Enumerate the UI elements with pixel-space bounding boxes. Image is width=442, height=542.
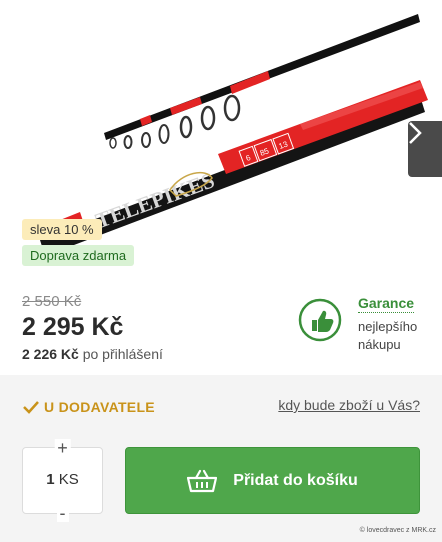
free-shipping-badge: Doprava zdarma bbox=[22, 245, 135, 266]
product-image[interactable]: TELEPIKES 6 85 13 bbox=[0, 0, 442, 285]
quantity-unit: KS bbox=[58, 471, 79, 488]
quantity-increase-button[interactable]: + bbox=[54, 439, 71, 457]
availability-label: U DODAVATELE bbox=[44, 399, 155, 415]
thumbs-up-shield-icon bbox=[298, 298, 342, 342]
copyright-text: © lovecdravec z MRK.cz bbox=[359, 527, 436, 534]
delivery-date-link[interactable]: kdy bude zboží u Vás? bbox=[278, 397, 420, 413]
fishing-rod-image: TELEPIKES 6 85 13 bbox=[40, 14, 428, 256]
quantity-input[interactable]: 1 KS bbox=[23, 471, 102, 488]
basket-icon bbox=[187, 469, 218, 492]
chevron-right-icon bbox=[409, 122, 422, 144]
quantity-decrease-button[interactable]: - bbox=[56, 504, 69, 522]
login-price-label: po přihlášení bbox=[82, 346, 163, 362]
add-to-cart-button[interactable]: Přidat do košíku bbox=[125, 447, 420, 514]
add-to-cart-label: Přidat do košíku bbox=[233, 471, 358, 489]
guarantee-link[interactable]: Garance bbox=[358, 295, 415, 313]
old-price: 2 550 Kč bbox=[22, 293, 82, 310]
guarantee-subtitle: nejlepšího nákupu bbox=[358, 319, 418, 352]
current-price: 2 295 Kč bbox=[22, 313, 124, 341]
quantity-stepper[interactable]: + 1 KS - bbox=[22, 439, 103, 522]
next-image-button[interactable] bbox=[408, 121, 442, 177]
quantity-value: 1 bbox=[46, 471, 55, 488]
discount-badge: sleva 10 % bbox=[22, 219, 102, 240]
availability-status: U DODAVATELE bbox=[22, 399, 155, 415]
rod-brand-text: TELEPIKES bbox=[92, 167, 218, 233]
check-icon bbox=[23, 401, 39, 414]
login-price-value: 2 226 Kč bbox=[22, 346, 79, 362]
login-price: 2 226 Kč po přihlášení bbox=[22, 346, 163, 362]
